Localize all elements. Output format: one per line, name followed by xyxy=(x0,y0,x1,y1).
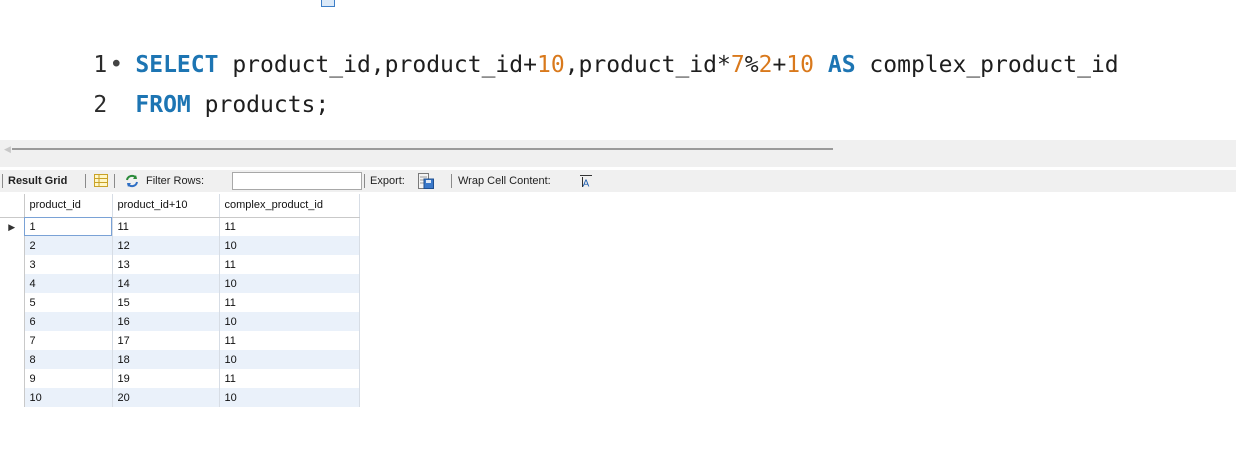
sql-number: 10 xyxy=(786,52,814,78)
grid-header-row: product_id product_id+10 complex_product… xyxy=(0,194,360,218)
table-cell[interactable]: 19 xyxy=(112,369,220,388)
sql-text: ,product_id* xyxy=(564,52,731,78)
result-grid-tab[interactable]: Result Grid xyxy=(8,170,67,192)
table-row[interactable]: ▶ 1 11 11 xyxy=(0,217,360,236)
table-cell[interactable]: 4 xyxy=(24,274,113,293)
table-cell[interactable]: 14 xyxy=(112,274,220,293)
table-cell[interactable]: 2 xyxy=(24,236,113,255)
row-header-corner[interactable] xyxy=(0,194,25,218)
table-cell[interactable]: 1 xyxy=(24,217,113,236)
code-text: FROM products; xyxy=(135,92,329,118)
line-number: 2 xyxy=(93,92,108,118)
column-header[interactable]: complex_product_id xyxy=(219,194,360,218)
table-cell[interactable]: 3 xyxy=(24,255,113,274)
table-cell[interactable]: 11 xyxy=(219,217,360,236)
table-cell[interactable]: 9 xyxy=(24,369,113,388)
table-cell[interactable]: 11 xyxy=(112,217,220,236)
wrap-cell-content-label: Wrap Cell Content: xyxy=(458,175,551,187)
table-cell[interactable]: 7 xyxy=(24,331,113,350)
toolbar-divider xyxy=(2,174,3,188)
toolbar-divider xyxy=(114,174,115,188)
result-toolbar: Result Grid Filter Rows: Export: Wrap Ce… xyxy=(0,170,1236,192)
table-row[interactable]: 3 13 11 xyxy=(0,255,360,274)
table-cell[interactable]: 12 xyxy=(112,236,220,255)
row-header[interactable]: ▶ xyxy=(0,217,25,236)
table-row[interactable]: 9 19 11 xyxy=(0,369,360,388)
code-line-1[interactable]: 1• SELECT product_id,product_id+10,produc… xyxy=(0,8,1118,78)
sql-text: products; xyxy=(190,92,330,118)
table-cell[interactable]: 10 xyxy=(219,236,360,255)
table-cell[interactable]: 11 xyxy=(219,331,360,350)
column-header[interactable]: product_id+10 xyxy=(112,194,220,218)
table-cell[interactable]: 10 xyxy=(24,388,113,407)
svg-text:A: A xyxy=(583,179,590,189)
row-header[interactable] xyxy=(0,293,25,312)
table-cell[interactable]: 11 xyxy=(219,255,360,274)
table-cell[interactable]: 11 xyxy=(219,369,360,388)
current-row-pointer-icon: ▶ xyxy=(8,221,16,232)
row-header[interactable] xyxy=(0,369,25,388)
table-cell[interactable]: 10 xyxy=(219,274,360,293)
sql-keyword: AS xyxy=(827,52,856,78)
toolbar-divider xyxy=(451,174,452,188)
form-editor-icon[interactable] xyxy=(94,174,108,187)
sql-editor[interactable]: 1• SELECT product_id,product_id+10,produc… xyxy=(0,0,1236,118)
sql-number: 7 xyxy=(730,52,745,78)
horizontal-scrollbar[interactable] xyxy=(12,148,833,150)
row-header[interactable] xyxy=(0,274,25,293)
sql-text: + xyxy=(772,52,787,78)
toolbar-divider xyxy=(364,174,365,188)
table-cell[interactable]: 10 xyxy=(219,350,360,369)
table-cell[interactable]: 15 xyxy=(112,293,220,312)
table-row[interactable]: 7 17 11 xyxy=(0,331,360,350)
table-cell[interactable]: 5 xyxy=(24,293,113,312)
code-line-2[interactable]: 2 FROM products; xyxy=(0,48,329,118)
table-row[interactable]: 2 12 10 xyxy=(0,236,360,255)
panel-splitter[interactable]: ◀ xyxy=(0,140,1236,167)
sql-number: 2 xyxy=(758,52,773,78)
result-grid[interactable]: product_id product_id+10 complex_product… xyxy=(0,194,360,407)
table-row[interactable]: 5 15 11 xyxy=(0,293,360,312)
table-cell[interactable]: 6 xyxy=(24,312,113,331)
sql-text: complex_product_id xyxy=(855,52,1119,78)
filter-rows-label: Filter Rows: xyxy=(146,175,205,187)
row-header[interactable] xyxy=(0,388,25,407)
export-icon[interactable] xyxy=(418,173,434,189)
refresh-icon[interactable] xyxy=(124,173,140,189)
table-row[interactable]: 10 20 10 xyxy=(0,388,360,407)
table-row[interactable]: 8 18 10 xyxy=(0,350,360,369)
table-cell[interactable]: 11 xyxy=(219,293,360,312)
sql-number: 10 xyxy=(536,52,565,78)
table-cell[interactable]: 18 xyxy=(112,350,220,369)
scroll-left-icon[interactable]: ◀ xyxy=(4,144,11,155)
sql-text: % xyxy=(744,52,759,78)
table-row[interactable]: 4 14 10 xyxy=(0,274,360,293)
table-cell[interactable]: 17 xyxy=(112,331,220,350)
table-cell[interactable]: 16 xyxy=(112,312,220,331)
column-header[interactable]: product_id xyxy=(24,194,113,218)
sql-keyword: FROM xyxy=(135,92,191,118)
filter-rows-input[interactable] xyxy=(232,172,362,190)
row-header[interactable] xyxy=(0,236,25,255)
export-label: Export: xyxy=(370,175,405,187)
row-header[interactable] xyxy=(0,350,25,369)
table-cell[interactable]: 8 xyxy=(24,350,113,369)
row-header[interactable] xyxy=(0,255,25,274)
editor-cursor-marker xyxy=(321,0,335,7)
row-header[interactable] xyxy=(0,312,25,331)
row-header[interactable] xyxy=(0,331,25,350)
table-cell[interactable]: 20 xyxy=(112,388,220,407)
table-row[interactable]: 6 16 10 xyxy=(0,312,360,331)
line-gutter: 2 xyxy=(55,86,135,124)
wrap-text-icon[interactable]: A xyxy=(579,174,593,188)
table-cell[interactable]: 10 xyxy=(219,388,360,407)
toolbar-divider xyxy=(85,174,86,188)
table-cell[interactable]: 13 xyxy=(112,255,220,274)
table-cell[interactable]: 10 xyxy=(219,312,360,331)
